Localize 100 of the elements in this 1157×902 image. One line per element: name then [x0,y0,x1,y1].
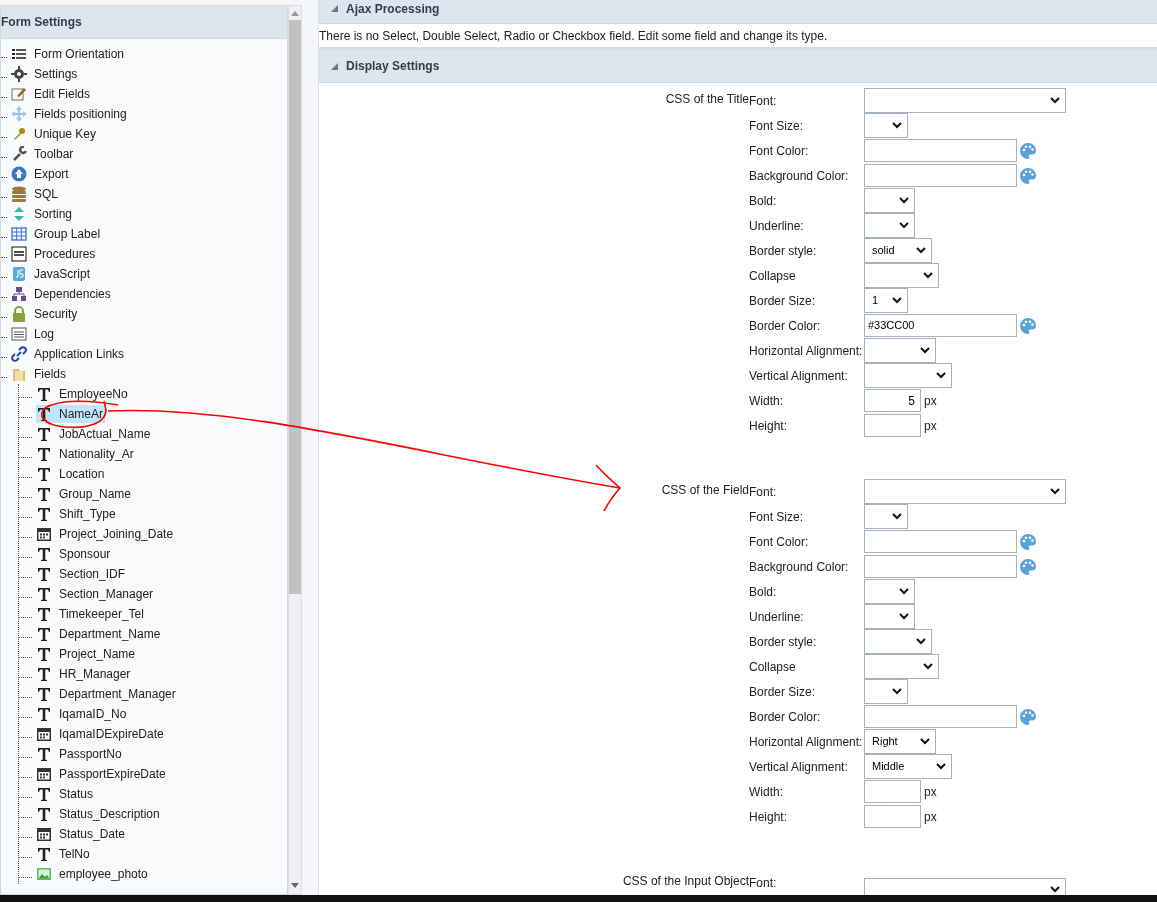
color-input[interactable] [864,164,1017,187]
palette-icon[interactable] [1019,557,1037,576]
tree-item[interactable]: Section_Manager [36,585,156,603]
field-label: Horizontal Alignment: [749,342,864,360]
dropdown[interactable] [864,213,915,238]
dropdown[interactable] [864,479,1066,504]
tree-item[interactable]: Location [36,465,107,483]
dropdown[interactable] [864,654,939,679]
dropdown[interactable]: solid [864,238,932,263]
tree-item[interactable]: Form Orientation [34,45,125,63]
dropdown[interactable]: 1 [864,288,908,313]
tree-item[interactable]: Settings [34,65,78,83]
tree-item[interactable]: Department_Manager [36,685,178,703]
tree-item[interactable]: Dependencies [34,285,111,303]
tree-item[interactable]: Toolbar [34,145,74,163]
tree-item[interactable]: Status [36,785,96,803]
number-input[interactable] [864,780,921,803]
text-type-icon [36,746,52,762]
tree-item[interactable]: employee_photo [36,865,150,883]
scroll-down-icon[interactable] [291,883,299,888]
tree-item[interactable]: Edit Fields [34,85,91,103]
tree-item[interactable]: EmployeeNo [36,385,130,403]
collapse-icon [331,62,338,70]
color-input[interactable]: #33CC00 [864,314,1017,337]
text-type-icon [36,846,52,862]
tree-item[interactable]: IqamaIDExpireDate [36,725,166,743]
palette-icon[interactable] [1019,141,1037,160]
field-label: Underline: [749,608,805,626]
field-label: Border style: [749,633,818,651]
unit-label: px [924,392,937,410]
number-input[interactable] [864,805,921,828]
tree-item[interactable]: Application Links [34,345,125,363]
field-label: Font: [749,874,778,892]
tree-item[interactable]: Project_Name [36,645,138,663]
palette-icon[interactable] [1019,707,1037,726]
tree-item[interactable]: JobActual_Name [36,425,153,443]
dropdown[interactable] [864,363,952,388]
tree-item[interactable]: Export [34,165,69,183]
palette-icon[interactable] [1019,166,1037,185]
tree-item[interactable]: PassportExpireDate [36,765,168,783]
tree-item[interactable]: Status_Date [36,825,128,843]
color-input[interactable] [864,705,1017,728]
dropdown[interactable] [864,604,915,629]
number-input[interactable] [864,414,921,437]
tree-item[interactable]: IqamaID_No [36,705,129,723]
color-input[interactable] [864,139,1017,162]
tree-item[interactable]: Shift_Type [36,505,118,523]
field-label: Font Size: [749,508,805,526]
dropdown[interactable]: Middle [864,754,952,779]
tree-item[interactable]: Group Label [34,225,101,243]
number-input[interactable]: 5 [864,389,921,412]
tree-item[interactable]: Procedures [34,245,96,263]
tree-item[interactable]: Fields positioning [34,105,127,123]
tree-item[interactable]: Status_Description [36,805,162,823]
dropdown[interactable] [864,504,908,529]
field-label: Border style: [749,242,818,260]
dropdown[interactable] [864,878,1066,895]
dropdown[interactable] [864,679,908,704]
tree-item[interactable]: Sponsour [36,545,113,563]
text-type-icon [36,566,52,582]
color-input[interactable] [864,555,1017,578]
tree-item[interactable]: JavaScript [34,265,91,283]
field-label: Border Size: [749,292,817,310]
tree-item[interactable]: Unique Key [34,125,97,143]
section-header[interactable]: Display Settings [319,50,1157,83]
upload-icon [11,166,27,182]
dropdown[interactable] [864,338,936,363]
dropdown[interactable] [864,579,915,604]
tree-item[interactable]: Log [34,325,55,343]
tree-item[interactable]: Sorting [34,205,73,223]
scroll-up-icon[interactable] [291,11,299,16]
section-header[interactable]: Ajax Processing [319,0,1157,24]
tree-item[interactable]: Fields [34,365,66,383]
tree-item[interactable]: TelNo [36,845,92,863]
field-label: Collapse [749,658,797,676]
dropdown[interactable] [864,629,932,654]
chevron-down-icon [892,297,902,304]
tree-item[interactable]: Nationality_Ar [36,445,136,463]
dropdown[interactable]: Right [864,729,936,754]
tree-item[interactable]: Department_Name [36,625,163,643]
tree-item[interactable]: Security [34,305,78,323]
chevron-down-icon [1050,97,1060,104]
dropdown[interactable] [864,88,1066,113]
dropdown[interactable] [864,263,939,288]
tree-item[interactable]: Section_IDF [36,565,128,583]
lock-icon [11,306,27,322]
dropdown[interactable] [864,113,908,138]
tree-item[interactable]: Timekeeper_Tel [36,605,146,623]
tree-item[interactable]: Group_Name [36,485,134,503]
tree-item[interactable]: PassportNo [36,745,124,763]
color-input[interactable] [864,530,1017,553]
tree-item[interactable]: HR_Manager [36,665,133,683]
calendar-icon [36,726,52,742]
dropdown[interactable] [864,188,915,213]
tree-item[interactable]: NameAr [36,405,105,423]
tree-item[interactable]: SQL [34,185,58,203]
palette-icon[interactable] [1019,532,1037,551]
tree-item[interactable]: Project_Joining_Date [36,525,176,543]
palette-icon[interactable] [1019,316,1037,335]
scrollbar-thumb[interactable] [289,20,301,594]
